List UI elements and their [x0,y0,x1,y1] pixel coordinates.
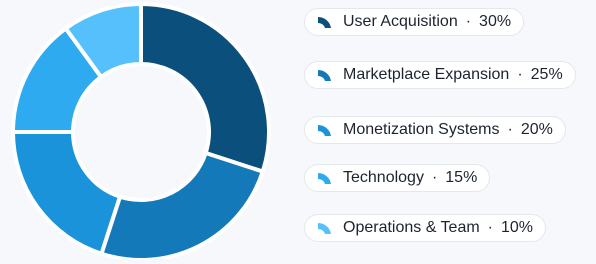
legend-swatch-icon [315,121,333,139]
legend-separator: · [465,13,472,30]
chart-legend: User Acquisition · 30% Marketplace Expansio… [304,0,596,259]
legend-item-user-acquisition[interactable]: User Acquisition · 30% [304,8,525,36]
legend-label: User Acquisition [343,13,458,30]
legend-label: Operations & Team [343,219,480,236]
legend-item-marketplace-expansion[interactable]: Marketplace Expansion · 25% [304,61,576,89]
legend-item-operations-team[interactable]: Operations & Team · 10% [304,214,547,242]
donut-slice-user-acquisition[interactable] [139,2,271,174]
legend-value: 20% [520,121,553,138]
legend-value: 10% [501,219,534,236]
legend-swatch-icon [315,66,333,84]
donut-slice-marketplace-expansion[interactable] [99,151,265,262]
legend-value: 25% [530,66,563,83]
legend-separator: · [507,121,513,138]
donut-svg [11,2,271,262]
legend-swatch-icon [315,219,333,237]
donut-chart [0,0,290,262]
legend-swatch-icon [315,169,333,187]
legend-label: Technology [343,169,424,186]
legend-value: 30% [479,13,512,30]
legend-item-monetization-systems[interactable]: Monetization Systems · 20% [304,116,566,144]
legend-item-technology[interactable]: Technology · 15% [304,164,491,192]
legend-swatch-icon [315,13,333,31]
legend-value: 15% [445,169,478,186]
legend-separator: · [431,169,438,186]
legend-label: Monetization Systems [343,121,500,138]
legend-label: Marketplace Expansion [343,66,510,83]
donut-slice-monetization-systems[interactable] [11,130,122,256]
legend-items: User Acquisition · 30% Marketplace Expansio… [304,0,596,259]
legend-separator: · [517,66,523,83]
legend-separator: · [487,219,493,236]
